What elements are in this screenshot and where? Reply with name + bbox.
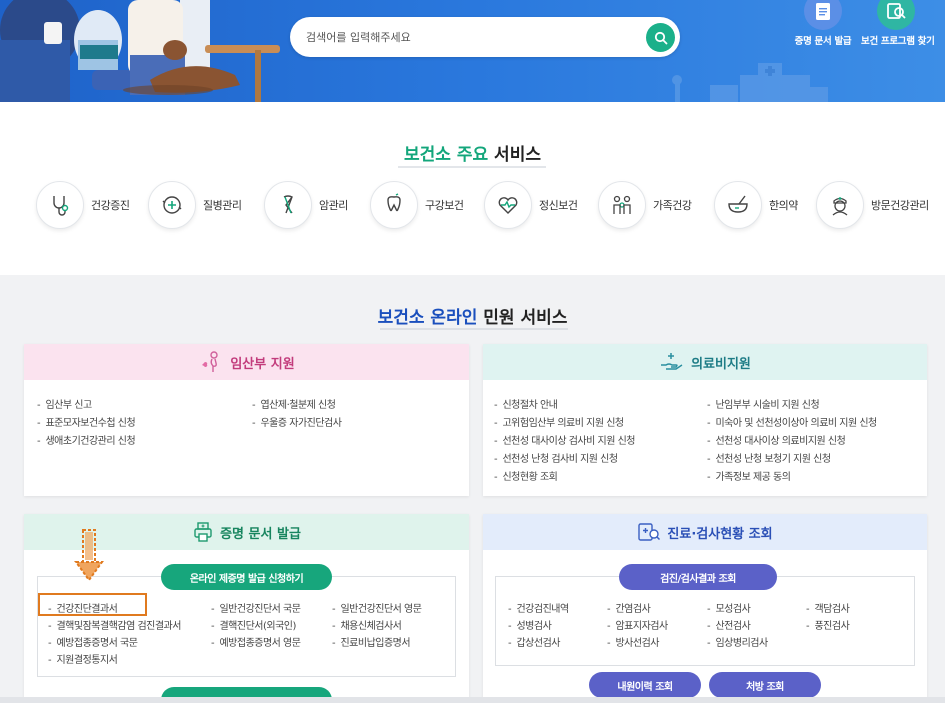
list-item[interactable]: - 일반건강진단서 국문 — [211, 600, 301, 615]
highlight-box — [38, 593, 147, 616]
service-visiting-health[interactable]: 방문건강관리 — [816, 181, 929, 229]
list-item[interactable]: - 난임부부 시술비 지원 신청 — [707, 396, 820, 411]
list-item[interactable]: - 간염검사 — [607, 600, 651, 615]
main-services-title: 보건소 주요 서비스 — [404, 145, 541, 165]
card-header: 임산부 지원 — [24, 344, 469, 380]
list-item[interactable]: - 성병검사 — [508, 617, 552, 632]
hand-plus-icon — [659, 351, 685, 373]
list-item[interactable]: - 신청현황 조회 — [494, 468, 558, 483]
exam-result-button[interactable]: 검진/검사결과 조회 — [619, 564, 777, 590]
disease-plus-icon — [148, 181, 196, 229]
tooth-icon — [370, 181, 418, 229]
family-illustration — [0, 0, 280, 102]
quick-link-label: 증명 문서 발급 — [794, 36, 852, 47]
list-item[interactable]: - 임산부 신고 — [37, 396, 92, 411]
document-icon — [804, 0, 842, 30]
hospital-skyline — [672, 63, 828, 102]
list-item[interactable]: - 예방접종증명서 영문 — [211, 634, 301, 649]
service-oral-health[interactable]: 구강보건 — [370, 181, 464, 229]
exam-status-card: 진료·검사현황 조회 검진/검사결과 조회 - 건강검진내역 - 성병검사 - … — [483, 514, 927, 703]
header-banner: 증명 문서 발급 보건 프로그램 찾기 — [0, 0, 945, 102]
list-item[interactable]: - 방사선검사 — [607, 634, 659, 649]
list-item[interactable]: - 일반건강진단서 영문 — [332, 600, 422, 615]
page-bottom-edge — [0, 697, 945, 703]
list-item[interactable]: - 선천성 대사이상 의료비지원 신청 — [707, 432, 846, 447]
search-button[interactable] — [646, 23, 675, 52]
list-item[interactable]: - 생애초기건강관리 신청 — [37, 432, 136, 447]
service-family-health[interactable]: 가족건강 — [598, 181, 692, 229]
search-box — [290, 17, 680, 57]
title-underline — [380, 328, 568, 330]
list-item[interactable]: - 암표지자검사 — [607, 617, 668, 632]
heart-pulse-icon — [484, 181, 532, 229]
list-item[interactable]: - 예방접종증명서 국문 — [48, 634, 138, 649]
card-header: 의료비지원 — [483, 344, 927, 380]
down-arrow-icon — [74, 529, 104, 582]
medical-cost-card: 의료비지원 - 신청절차 안내 - 고위험임산부 의료비 지원 신청 - 선천성… — [483, 344, 927, 496]
service-mental-health[interactable]: 정신보건 — [484, 181, 578, 229]
program-search-icon — [877, 0, 915, 30]
stethoscope-icon — [36, 181, 84, 229]
list-item[interactable]: - 갑상선검사 — [508, 634, 560, 649]
nurse-icon — [816, 181, 864, 229]
online-certificate-button[interactable]: 온라인 제증명 발급 신청하기 — [161, 564, 332, 590]
title-underline — [398, 166, 546, 168]
mortar-icon — [714, 181, 762, 229]
list-item[interactable]: - 선천성 난청 보청기 지원 신청 — [707, 450, 831, 465]
pregnancy-support-card: 임산부 지원 - 임산부 신고 - 표준모자보건수첩 신청 - 생애초기건강관리… — [24, 344, 469, 496]
quick-link-label: 보건 프로그램 찾기 — [861, 36, 935, 47]
list-item[interactable]: - 선천성 대사이상 검사비 지원 신청 — [494, 432, 635, 447]
list-item[interactable]: - 우울증 자가진단검사 — [252, 414, 342, 429]
list-item[interactable]: - 객담검사 — [806, 600, 850, 615]
service-cancer-management[interactable]: 암관리 — [264, 181, 348, 229]
list-item[interactable]: - 결핵및잠복결핵감염 검진결과서 — [48, 617, 181, 632]
quick-link-program[interactable]: 보건 프로그램 찾기 — [861, 0, 935, 60]
quick-link-certificate[interactable]: 증명 문서 발급 — [788, 0, 858, 60]
pregnant-icon — [198, 351, 224, 373]
search-input[interactable] — [306, 17, 636, 57]
list-item[interactable]: - 모성검사 — [707, 600, 751, 615]
list-item[interactable]: - 미숙아 및 선천성이상아 의료비 지원 신청 — [707, 414, 877, 429]
card-header: 진료·검사현황 조회 — [483, 514, 927, 550]
list-item[interactable]: - 임상병리검사 — [707, 634, 768, 649]
service-korean-medicine[interactable]: 한의약 — [714, 181, 798, 229]
list-item[interactable]: - 채용신체검사서 — [332, 617, 402, 632]
service-disease-management[interactable]: 질병관리 — [148, 181, 242, 229]
service-health-promotion[interactable]: 건강증진 — [36, 181, 130, 229]
list-item[interactable]: - 엽산제·철분제 신청 — [252, 396, 336, 411]
list-item[interactable]: - 신청절차 안내 — [494, 396, 558, 411]
list-item[interactable]: - 결핵진단서(외국인) — [211, 617, 296, 632]
list-item[interactable]: - 지원결정통지서 — [48, 651, 118, 666]
family-icon — [598, 181, 646, 229]
printer-icon — [192, 521, 214, 543]
visit-history-button[interactable]: 내원이력 조회 — [589, 672, 701, 698]
list-item[interactable]: - 가족정보 제공 동의 — [707, 468, 791, 483]
list-item[interactable]: - 건강검진내역 — [508, 600, 569, 615]
online-services-title: 보건소 온라인 민원 서비스 — [377, 308, 568, 328]
list-item[interactable]: - 산전검사 — [707, 617, 751, 632]
list-item[interactable]: - 고위험임산부 의료비 지원 신청 — [494, 414, 624, 429]
ribbon-icon — [264, 181, 312, 229]
list-item[interactable]: - 선천성 난청 검사비 지원 신청 — [494, 450, 618, 465]
search-icon — [654, 31, 667, 44]
medical-chart-icon — [637, 521, 661, 543]
list-item[interactable]: - 풍진검사 — [806, 617, 850, 632]
list-item[interactable]: - 표준모자보건수첩 신청 — [37, 414, 136, 429]
prescription-button[interactable]: 처방 조회 — [709, 672, 821, 698]
list-item[interactable]: - 진료비납입증명서 — [332, 634, 411, 649]
